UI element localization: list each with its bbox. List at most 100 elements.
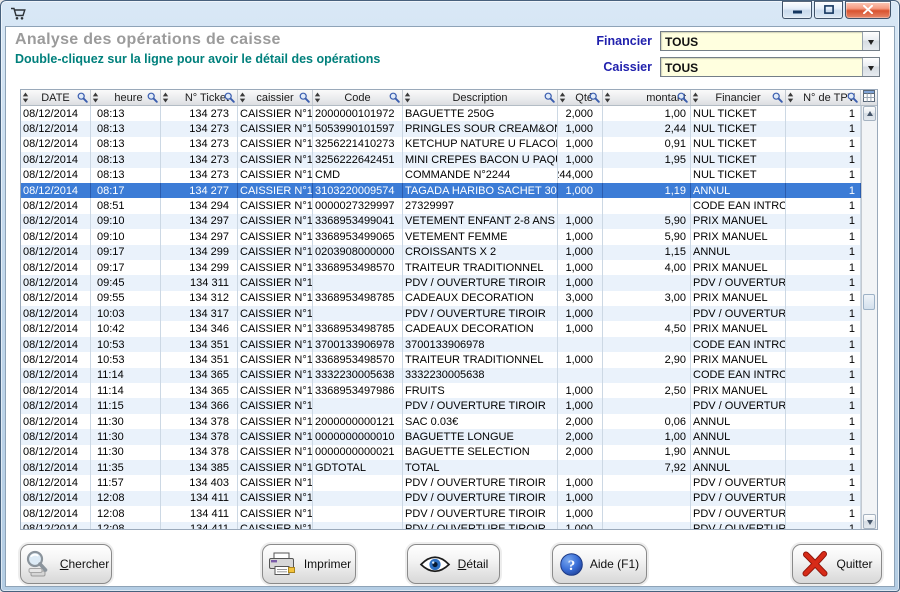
imprimer-button[interactable]: Imprimer [262,544,356,584]
table-row[interactable]: 08/12/201411:14134 365CAISSIER N°1336895… [21,383,861,398]
magnifier-icon[interactable] [224,92,235,105]
column-label-caissier: caissier [256,92,293,104]
table-row[interactable]: 08/12/201408:13134 273CAISSIER N°1325622… [21,137,861,152]
column-header-tpv[interactable]: N° de TPV [786,90,861,105]
cell-montant: 4,00 [603,260,691,275]
scroll-down-button[interactable] [863,514,876,529]
magnifier-icon[interactable] [772,92,783,105]
magnifier-icon[interactable] [147,92,158,105]
vertical-scrollbar[interactable] [861,106,877,529]
cell-code: 0000000000010 [313,429,403,444]
close-button[interactable] [845,1,891,19]
quitter-button[interactable]: Quitter [792,544,882,584]
column-header-code[interactable]: Code [313,90,403,105]
financier-select[interactable]: TOUS [660,31,880,51]
cell-caissier: CAISSIER N°1 [238,198,313,213]
help-icon: ? [560,553,583,576]
table-row[interactable]: 08/12/201408:13134 273CAISSIER N°1CMDCOM… [21,168,861,183]
table-row[interactable]: 08/12/201411:30134 378CAISSIER N°1000000… [21,445,861,460]
magnifier-icon[interactable] [77,92,88,105]
dropdown-button[interactable] [862,58,879,76]
magnifier-icon[interactable] [544,92,555,105]
table-row[interactable]: 08/12/201409:17134 299CAISSIER N°1336895… [21,260,861,275]
column-header-date[interactable]: DATE [21,90,91,105]
cell-qte: 1,000 [558,183,603,198]
cell-ticket: 134 365 [161,383,238,398]
table-row[interactable]: 08/12/201408:13134 273CAISSIER N°1325622… [21,152,861,167]
table-row[interactable]: 08/12/201410:42134 346CAISSIER N°1336895… [21,321,861,336]
cell-date: 08/12/2014 [21,245,91,260]
table-row[interactable]: 08/12/201408:17134 277CAISSIER N°1310322… [21,183,861,198]
cell-caissier: CAISSIER N°1 [238,368,313,383]
table-row[interactable]: 08/12/201410:53134 351CAISSIER N°1370013… [21,337,861,352]
column-header-caissier[interactable]: caissier [238,90,313,105]
table-row[interactable]: 08/12/201408:13134 273CAISSIER N°1505399… [21,121,861,136]
table-row[interactable]: 08/12/201412:08134 411CAISSIER N°1PDV / … [21,506,861,521]
cell-ticket: 134 378 [161,429,238,444]
table-row[interactable]: 08/12/201411:57134 403CAISSIER N°1PDV / … [21,475,861,490]
sort-icon [604,92,611,105]
detail-button[interactable]: Détail [407,544,500,584]
magnifier-icon[interactable] [299,92,310,105]
table-row[interactable]: 08/12/201410:03134 317CAISSIER N°1PDV / … [21,306,861,321]
table-row[interactable]: 08/12/201409:45134 311CAISSIER N°1PDV / … [21,275,861,290]
table-row[interactable]: 08/12/201409:17134 299CAISSIER N°1020390… [21,245,861,260]
magnifier-icon[interactable] [589,92,600,105]
title-bar[interactable] [1,1,899,26]
caissier-select[interactable]: TOUS [660,57,880,77]
magnifier-icon[interactable] [389,92,400,105]
column-header-qte[interactable]: Qté [558,90,603,105]
cell-heure: 08:51 [91,198,161,213]
table-row[interactable]: 08/12/201411:30134 378CAISSIER N°1200000… [21,414,861,429]
cell-caissier: CAISSIER N°1 [238,491,313,506]
cell-caissier: CAISSIER N°1 [238,168,313,183]
cell-date: 08/12/2014 [21,337,91,352]
column-header-heure[interactable]: heure [91,90,161,105]
cell-montant [603,522,691,529]
column-header-montant[interactable]: montant [603,90,691,105]
maximize-button[interactable] [814,1,843,19]
table-row[interactable]: 08/12/201411:30134 378CAISSIER N°1000000… [21,429,861,444]
grid-options-button[interactable] [861,90,877,105]
cell-qte: 1,000 [558,137,603,152]
cell-heure: 12:08 [91,522,161,529]
table-row[interactable]: 08/12/201412:08134 411CAISSIER N°1PDV / … [21,522,861,529]
cell-tpv: 1 [786,137,861,152]
scroll-up-button[interactable] [863,106,876,121]
table-row[interactable]: 08/12/201409:10134 297CAISSIER N°1336895… [21,229,861,244]
column-header-financier[interactable]: Financier [691,90,786,105]
sort-icon [692,92,699,105]
minimize-button[interactable] [782,1,812,19]
cell-caissier: CAISSIER N°1 [238,475,313,490]
table-row[interactable]: 08/12/201409:10134 297CAISSIER N°1336895… [21,214,861,229]
cell-date: 08/12/2014 [21,183,91,198]
sort-icon [404,92,411,105]
table-row[interactable]: 08/12/201411:35134 385CAISSIER N°1GDTOTA… [21,460,861,475]
magnifier-icon[interactable] [847,92,858,105]
table-row[interactable]: 08/12/201408:13134 273CAISSIER N°1200000… [21,106,861,121]
chercher-button[interactable]: Chercher [20,544,112,584]
cell-tpv: 1 [786,121,861,136]
cell-caissier: CAISSIER N°1 [238,460,313,475]
table-row[interactable]: 08/12/201411:15134 366CAISSIER N°1PDV / … [21,398,861,413]
cell-heure: 09:10 [91,214,161,229]
cell-financier: PRIX MANUEL [691,214,786,229]
cell-qte: 1,000 [558,321,603,336]
cell-heure: 10:53 [91,337,161,352]
table-row[interactable]: 08/12/201409:55134 312CAISSIER N°1336895… [21,291,861,306]
table-row[interactable]: 08/12/201412:08134 411CAISSIER N°1PDV / … [21,491,861,506]
cell-caissier: CAISSIER N°1 [238,445,313,460]
dropdown-button[interactable] [862,32,879,50]
cell-tpv: 1 [786,352,861,367]
magnifier-icon[interactable] [677,92,688,105]
table-row[interactable]: 08/12/201411:14134 365CAISSIER N°1333223… [21,368,861,383]
column-header-description[interactable]: Description [403,90,558,105]
cell-heure: 11:14 [91,383,161,398]
table-row[interactable]: 08/12/201408:51134 294CAISSIER N°1000002… [21,198,861,213]
cell-code: 2000000101972 [313,106,403,121]
table-row[interactable]: 08/12/201410:53134 351CAISSIER N°1336895… [21,352,861,367]
cell-date: 08/12/2014 [21,398,91,413]
column-header-ticket[interactable]: N° Ticket [161,90,238,105]
aide-button[interactable]: ?Aide (F1) [552,544,647,584]
scrollbar-thumb[interactable] [863,294,875,310]
